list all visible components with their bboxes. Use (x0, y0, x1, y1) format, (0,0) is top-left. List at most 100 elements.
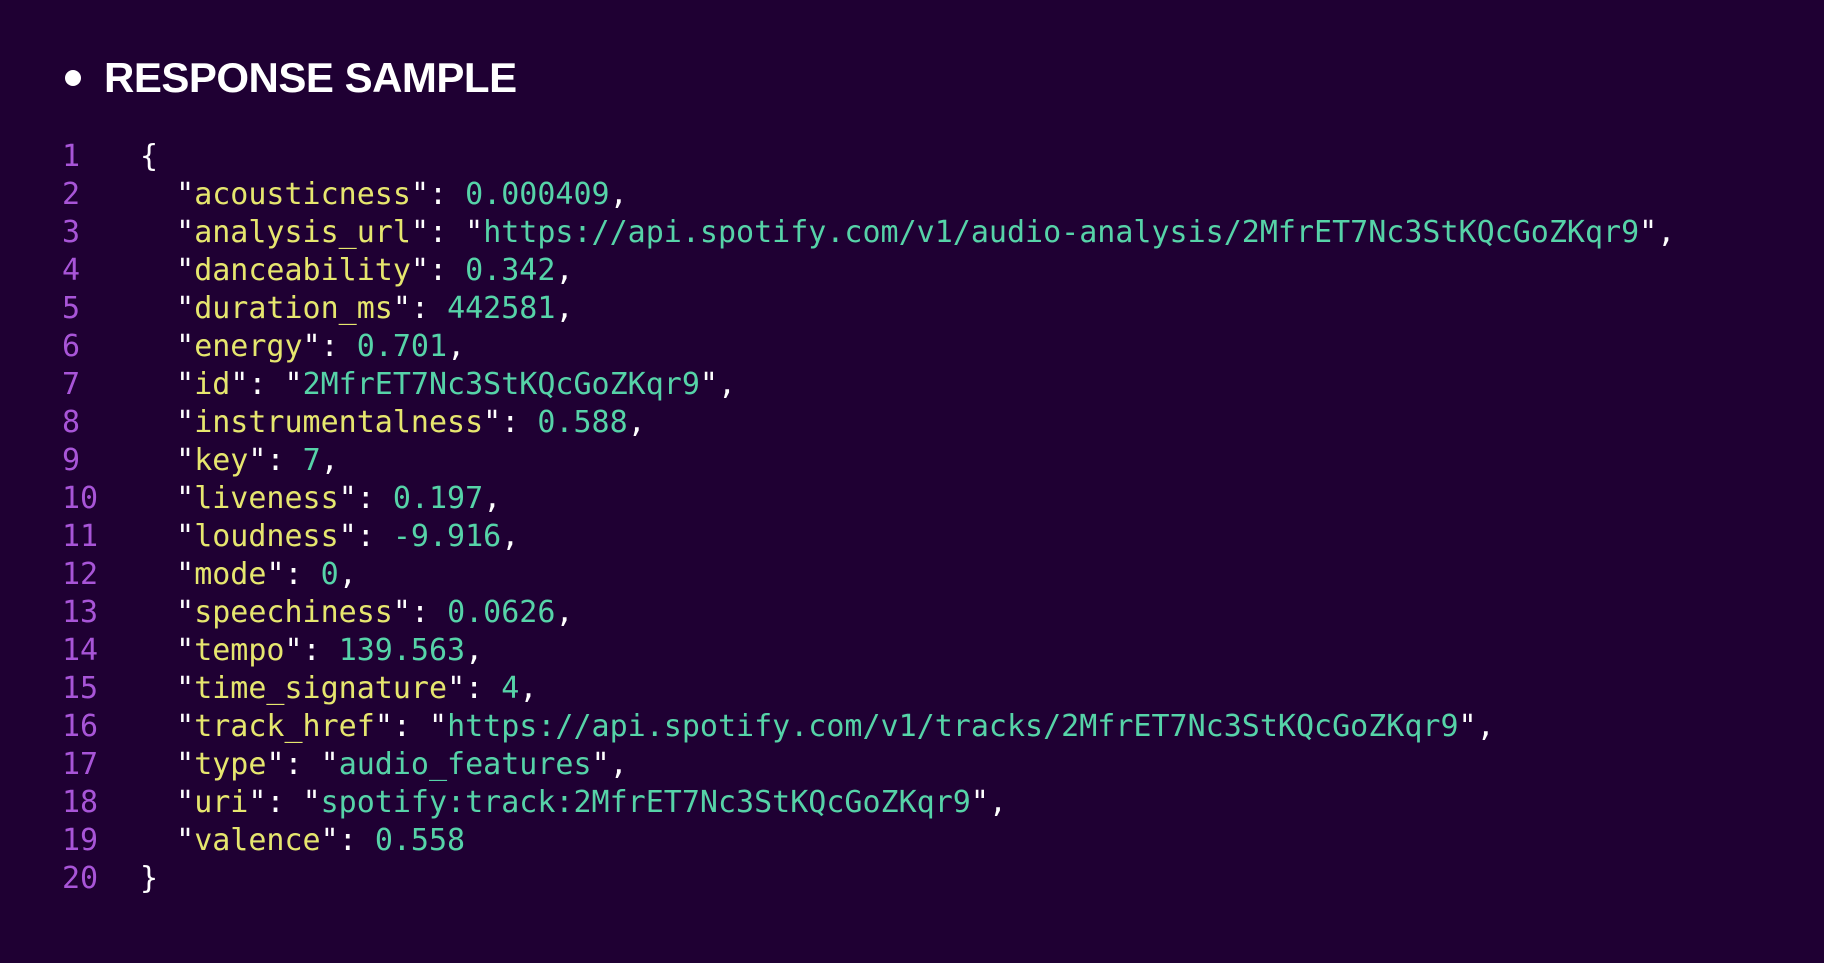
line-content: "time_signature": 4, (140, 670, 537, 708)
quote: " (176, 633, 195, 668)
colon: : (410, 291, 448, 326)
json-string-value: spotify:track:2MfrET7Nc3StKQcGoZKqr9 (320, 785, 971, 820)
code-line: 4 "danceability": 0.342, (62, 252, 1675, 290)
json-key: uri (194, 785, 249, 820)
json-key: loudness (194, 519, 339, 554)
json-number-value: 0.588 (537, 405, 628, 440)
quote: " (591, 747, 610, 782)
json-key: key (194, 443, 249, 478)
line-content: "valence": 0.558 (140, 822, 465, 860)
json-key: valence (194, 823, 321, 858)
code-line: 8 "instrumentalness": 0.588, (62, 404, 1675, 442)
line-number: 1 (62, 139, 81, 174)
json-string-value: 2MfrET7Nc3StKQcGoZKqr9 (302, 367, 700, 402)
json-number-value: 139.563 (338, 633, 466, 668)
code-line: 10 "liveness": 0.197, (62, 480, 1675, 518)
json-key: time_signature (194, 671, 448, 706)
quote: " (465, 215, 484, 250)
code-line: 6 "energy": 0.701, (62, 328, 1675, 366)
code-line: 15 "time_signature": 4, (62, 670, 1675, 708)
line-number: 15 (62, 671, 99, 706)
colon: : (429, 253, 466, 288)
comma: , (988, 785, 1007, 820)
quote: " (176, 329, 195, 364)
line-content: "type": "audio_features", (140, 746, 628, 784)
line-content: "tempo": 139.563, (140, 632, 483, 670)
quote: " (284, 633, 303, 668)
json-number-value: 0.0626 (447, 595, 556, 630)
colon: : (429, 177, 466, 212)
code-line: 11 "loudness": -9.916, (62, 518, 1675, 556)
json-key: liveness (194, 481, 339, 516)
comma: , (519, 671, 538, 706)
line-number: 12 (62, 557, 99, 592)
line-number: 5 (62, 291, 81, 326)
quote: " (970, 785, 989, 820)
comma: , (1476, 709, 1495, 744)
quote: " (320, 823, 339, 858)
quote: " (176, 785, 195, 820)
code-line: 14 "tempo": 139.563, (62, 632, 1675, 670)
comma: , (555, 595, 574, 630)
colon: : (320, 329, 357, 364)
json-key: mode (194, 557, 267, 592)
quote: " (176, 291, 195, 326)
json-number-value: 0.000409 (465, 177, 610, 212)
json-number-value: 7 (302, 443, 321, 478)
quote: " (1639, 215, 1658, 250)
comma: , (1657, 215, 1676, 250)
quote: " (284, 367, 303, 402)
quote: " (699, 367, 718, 402)
line-number: 3 (62, 215, 81, 250)
bullet-icon (65, 70, 81, 86)
code-line: 16 "track_href": "https://api.spotify.co… (62, 708, 1675, 746)
line-number: 13 (62, 595, 99, 630)
json-number-value: 0.701 (356, 329, 448, 364)
line-number: 9 (62, 443, 81, 478)
json-key: type (194, 747, 267, 782)
quote: " (176, 367, 195, 402)
colon: : (465, 671, 502, 706)
section-title: RESPONSE SAMPLE (104, 54, 517, 101)
code-line: 19 "valence": 0.558 (62, 822, 1675, 860)
line-number: 19 (62, 823, 99, 858)
colon: : (410, 595, 448, 630)
quote: " (176, 709, 195, 744)
line-number: 14 (62, 633, 99, 668)
json-key: id (194, 367, 231, 402)
quote: " (176, 405, 195, 440)
line-content: "speechiness": 0.0626, (140, 594, 574, 632)
colon: : (356, 481, 393, 516)
quote: " (410, 253, 429, 288)
json-key: speechiness (194, 595, 393, 630)
colon: : (338, 823, 375, 858)
quote: " (176, 215, 195, 250)
comma: , (447, 329, 466, 364)
code-block: 1{2 "acousticness": 0.000409, 3 "analysis… (62, 138, 1675, 898)
quote: " (176, 443, 195, 478)
line-content: "analysis_url": "https://api.spotify.com… (140, 214, 1675, 252)
json-string-value: https://api.spotify.com/v1/audio-analysi… (483, 215, 1640, 250)
quote: " (320, 747, 339, 782)
json-string-value: https://api.spotify.com/v1/tracks/2MfrET… (447, 709, 1459, 744)
comma: , (501, 519, 520, 554)
colon: : (501, 405, 538, 440)
json-string-value: audio_features (338, 747, 592, 782)
line-number: 18 (62, 785, 99, 820)
json-number-value: 442581 (447, 291, 556, 326)
quote: " (266, 747, 285, 782)
json-key: acousticness (194, 177, 411, 212)
comma: , (717, 367, 737, 402)
json-key: energy (194, 329, 303, 364)
quote: " (392, 595, 411, 630)
colon: : (392, 709, 429, 744)
line-content: "loudness": -9.916, (140, 518, 519, 556)
quote: " (374, 709, 393, 744)
